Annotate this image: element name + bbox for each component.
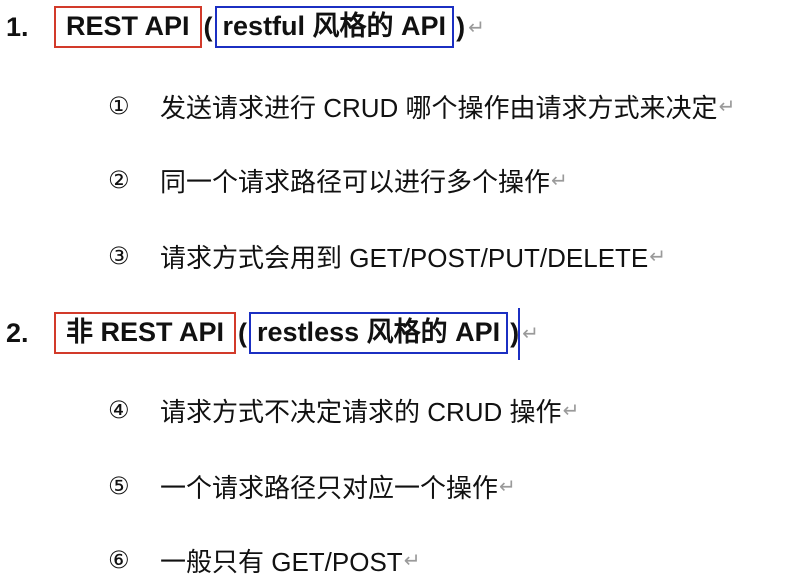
item-marker: ③ — [108, 242, 130, 270]
item-marker: ② — [108, 166, 130, 194]
text-cursor — [518, 308, 520, 360]
restful-style-label: restful 风格的 API — [214, 6, 455, 48]
list-item: ③ 请求方式会用到 GET/POST/PUT/DELETE ↵ — [0, 236, 666, 276]
paragraph-mark-icon: ↵ — [562, 399, 580, 422]
item-marker: ① — [108, 92, 130, 120]
item-marker: ⑤ — [108, 472, 130, 500]
list-item: ⑥ 一般只有 GET/POST ↵ — [0, 540, 420, 580]
item-text: 一般只有 GET/POST — [160, 546, 403, 577]
close-paren: ) — [456, 11, 466, 42]
paragraph-mark-icon: ↵ — [468, 16, 485, 39]
item-text: 同一个请求路径可以进行多个操作 — [160, 166, 551, 197]
item-marker: ⑥ — [108, 546, 130, 574]
section-1-heading: 1. REST API ( restful 风格的 API ) ↵ — [0, 4, 485, 50]
restless-style-label: restless 风格的 API — [249, 312, 509, 354]
rest-api-label: REST API — [54, 6, 202, 48]
section-2-number: 2. — [6, 317, 29, 348]
section-1-number: 1. — [6, 11, 29, 42]
list-item: ④ 请求方式不决定请求的 CRUD 操作 ↵ — [0, 390, 579, 430]
item-text: 请求方式不决定请求的 CRUD 操作 — [160, 396, 562, 427]
paragraph-mark-icon: ↵ — [403, 549, 421, 572]
item-text: 一个请求路径只对应一个操作 — [160, 472, 499, 503]
item-text: 发送请求进行 CRUD 哪个操作由请求方式来决定 — [160, 92, 718, 123]
list-item: ⑤ 一个请求路径只对应一个操作 ↵ — [0, 466, 516, 506]
paragraph-mark-icon: ↵ — [718, 95, 736, 118]
list-item: ② 同一个请求路径可以进行多个操作 ↵ — [0, 160, 568, 200]
item-text: 请求方式会用到 GET/POST/PUT/DELETE — [160, 242, 649, 273]
paragraph-mark-icon: ↵ — [551, 169, 568, 192]
section-2-heading: 2. 非 REST API ( restless 风格的 API ) ↵ — [0, 310, 539, 356]
non-rest-api-label: 非 REST API — [54, 312, 237, 354]
list-item: ① 发送请求进行 CRUD 哪个操作由请求方式来决定 ↵ — [0, 86, 735, 126]
paragraph-mark-icon: ↵ — [649, 245, 667, 268]
paragraph-mark-icon: ↵ — [499, 475, 516, 498]
paragraph-mark-icon: ↵ — [522, 322, 539, 345]
item-marker: ④ — [108, 396, 130, 424]
open-paren: ( — [238, 317, 248, 348]
open-paren: ( — [203, 11, 213, 42]
